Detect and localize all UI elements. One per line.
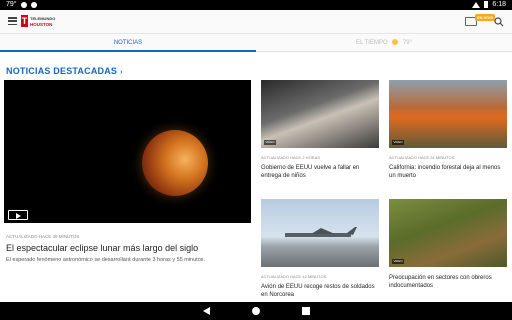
news-card[interactable]: VIDEO ACTUALIZADO HACE 2 HORAS Gobierno … [261,80,379,180]
sync-icon [30,1,37,8]
card-headline[interactable]: Preocupación en sectores con obreros ind… [389,274,507,290]
notification-icon [20,1,27,8]
video-badge: VIDEO [392,140,404,145]
home-icon[interactable] [252,307,260,315]
video-badge: VIDEO [264,140,276,145]
news-card[interactable]: ACTUALIZADO HACE 42 MINUTOS Avión de EEU… [261,199,379,299]
logo-line2: HOUSTON [30,21,53,27]
status-temp: 79° [6,1,17,8]
lunar-eclipse-image [142,130,208,196]
status-bar: 79° 6:18 [0,0,512,10]
news-thumbnail[interactable]: VIDEO [389,80,507,148]
tab-weather-temp: 79° [402,40,413,46]
status-time: 6:18 [492,1,506,8]
news-thumbnail[interactable]: VIDEO [389,199,507,267]
hero-image[interactable] [4,80,251,223]
hero-headline[interactable]: El espectacular eclipse lunar más largo … [6,243,198,253]
video-badge: VIDEO [392,259,404,264]
section-heading[interactable]: NOTICIAS DESTACADAS › [6,66,123,76]
tab-news[interactable]: NOTICIAS [0,34,256,52]
news-thumbnail[interactable]: VIDEO [261,80,379,148]
news-card[interactable]: VIDEO Preocupación en sectores con obrer… [389,199,507,290]
card-timestamp: ACTUALIZADO HACE 42 MINUTOS [261,274,327,279]
news-card[interactable]: VIDEO ACTUALIZADO HACE 51 MINUTOS Califo… [389,80,507,180]
card-headline[interactable]: Avión de EEUU recoge restos de soldados … [261,283,379,299]
airplane-image [285,227,357,237]
live-badge: EN VIVO [475,14,496,21]
app-bar: T TELEMUNDO HOUSTON EN VIVO [0,10,512,34]
battery-icon [484,1,489,8]
news-thumbnail[interactable] [261,199,379,267]
sun-icon [392,39,399,46]
card-timestamp: ACTUALIZADO HACE 51 MINUTOS [389,155,455,160]
logo[interactable]: T TELEMUNDO HOUSTON [21,15,55,27]
card-headline[interactable]: California: incendio forestal deja al me… [389,164,507,180]
wifi-icon [472,1,481,8]
play-icon[interactable] [8,210,28,220]
hero-timestamp: ACTUALIZADO HACE 39 MINUTOS [6,234,80,239]
card-timestamp: ACTUALIZADO HACE 2 HORAS [261,155,320,160]
telemundo-logo-icon: T [21,15,28,27]
tab-news-label: NOTICIAS [113,40,143,46]
hero-summary: El esperado fenómeno astronómico se desa… [6,257,206,263]
section-title: NOTICIAS DESTACADAS [6,66,118,76]
tab-bar: NOTICIAS EL TIEMPO 79° [0,34,512,52]
tab-weather[interactable]: EL TIEMPO 79° [256,34,512,52]
tab-weather-label: EL TIEMPO [355,40,388,46]
menu-icon[interactable] [8,17,17,26]
logo-line1: TELEMUNDO [30,15,56,21]
chevron-right-icon: › [120,69,123,76]
recent-apps-icon[interactable] [302,307,310,315]
search-icon[interactable] [494,17,504,27]
back-icon[interactable] [203,307,210,315]
card-headline[interactable]: Gobierno de EEUU vuelve a fallar en entr… [261,164,379,180]
system-nav-bar [0,302,512,320]
